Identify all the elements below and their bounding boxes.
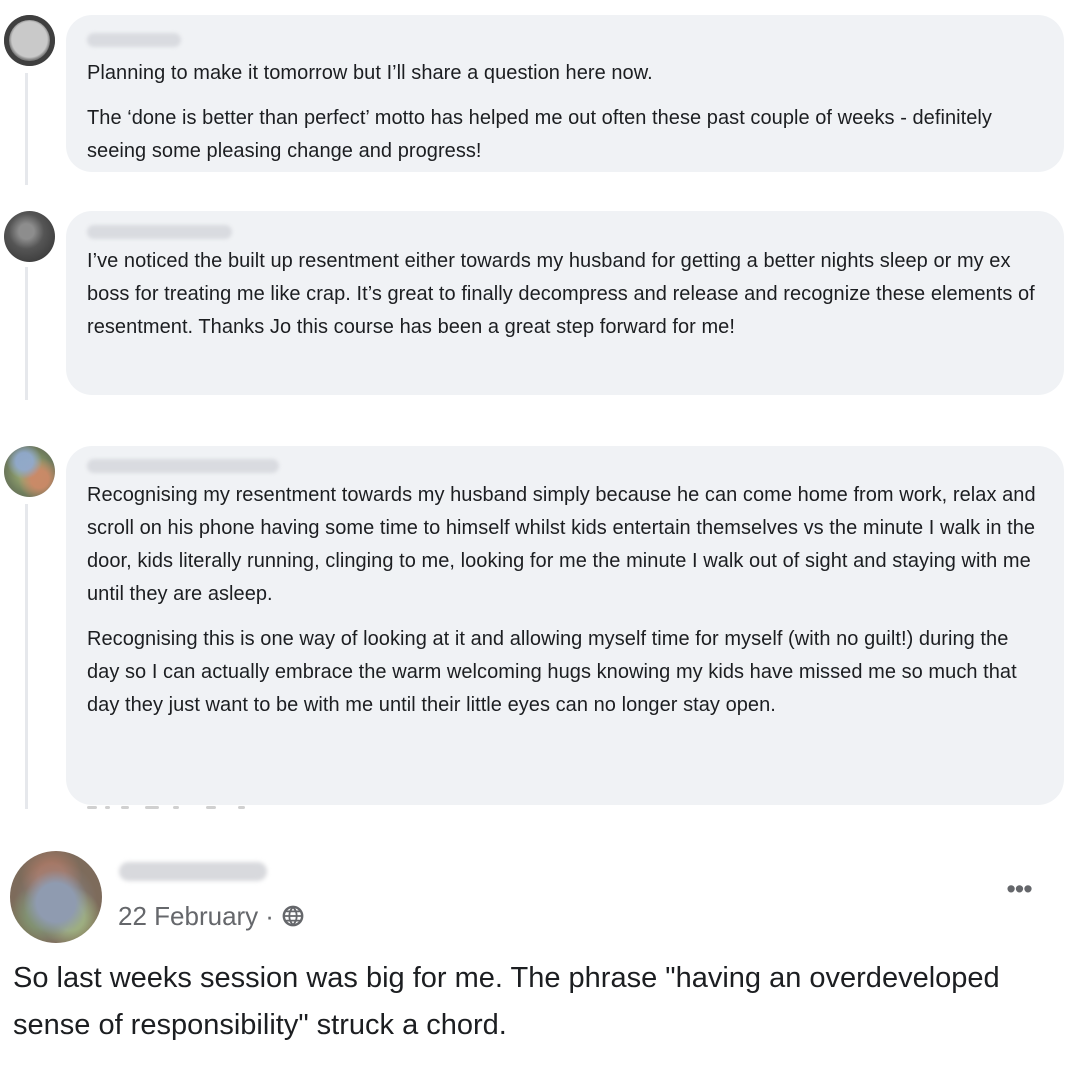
comment-bubble: Recognising my resentment towards my hus…	[66, 446, 1064, 805]
redacted-post-author-name[interactable]	[119, 862, 267, 881]
post-date-separator: ·	[265, 901, 274, 931]
redacted-commenter-name[interactable]	[87, 225, 232, 239]
comment-text: Planning to make it tomorrow but I’ll sh…	[87, 62, 653, 84]
comment-text: I’ve noticed the built up resentment eit…	[87, 250, 1035, 338]
comment-1: Planning to make it tomorrow but I’ll sh…	[0, 15, 1080, 185]
redacted-commenter-name[interactable]	[87, 33, 181, 47]
comment-avatar[interactable]	[4, 446, 55, 497]
cut-off-comment-actions	[87, 806, 277, 816]
comment-thread-line	[25, 267, 28, 400]
redacted-commenter-name[interactable]	[87, 459, 279, 473]
post-date[interactable]: 22 February	[118, 900, 258, 932]
comment-thread-line	[25, 504, 28, 809]
post-author-avatar[interactable]	[10, 851, 102, 943]
globe-icon[interactable]	[281, 904, 305, 928]
comment-3: Recognising my resentment towards my hus…	[0, 446, 1080, 820]
more-options-icon[interactable]: •••	[998, 874, 1040, 904]
comment-bubble: I’ve noticed the built up resentment eit…	[66, 211, 1064, 395]
comment-avatar[interactable]	[4, 15, 55, 66]
comment-text: Recognising this is one way of looking a…	[87, 628, 1017, 716]
comment-thread-line	[25, 73, 28, 185]
post-metadata: 22 February ·	[118, 900, 305, 932]
comment-2: I’ve noticed the built up resentment eit…	[0, 211, 1080, 401]
comment-text: Recognising my resentment towards my hus…	[87, 484, 1036, 605]
facebook-comments-screenshot: Planning to make it tomorrow but I’ll sh…	[0, 0, 1080, 1080]
comment-text: The ‘done is better than perfect’ motto …	[87, 107, 992, 162]
post-body-text: So last weeks session was big for me. Th…	[13, 962, 1000, 1041]
comment-avatar[interactable]	[4, 211, 55, 262]
comment-bubble: Planning to make it tomorrow but I’ll sh…	[66, 15, 1064, 172]
